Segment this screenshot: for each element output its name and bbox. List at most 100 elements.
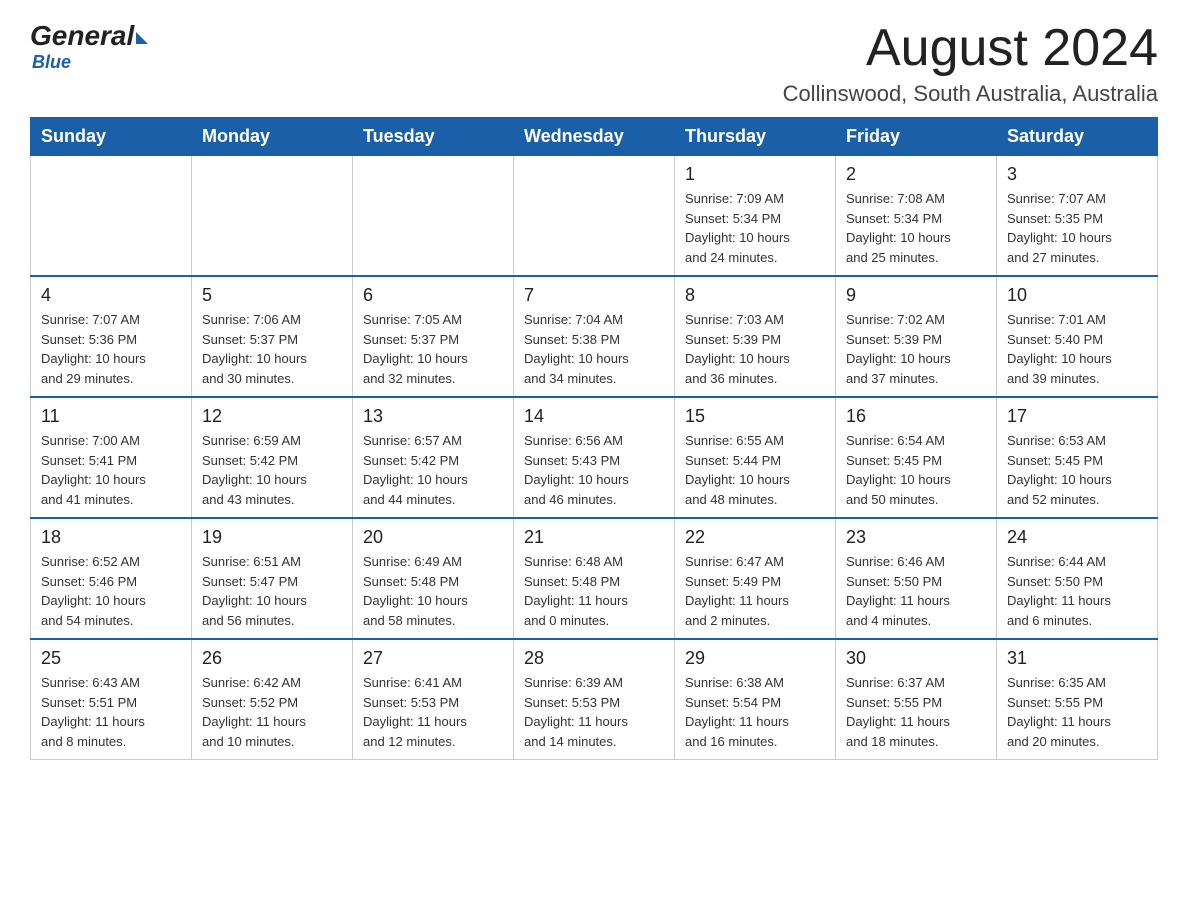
day-number: 22 xyxy=(685,527,825,548)
calendar-cell: 17 Sunrise: 6:53 AM Sunset: 5:45 PM Dayli… xyxy=(997,397,1158,518)
day-info: Sunrise: 6:53 AM Sunset: 5:45 PM Dayligh… xyxy=(1007,431,1147,509)
day-number: 11 xyxy=(41,406,181,427)
calendar-cell: 25 Sunrise: 6:43 AM Sunset: 5:51 PM Dayli… xyxy=(31,639,192,760)
calendar-week-1: 1 Sunrise: 7:09 AM Sunset: 5:34 PM Daylig… xyxy=(31,156,1158,277)
calendar-cell: 11Sunrise: 7:00 AM Sunset: 5:41 PM Dayli… xyxy=(31,397,192,518)
calendar-cell: 19 Sunrise: 6:51 AM Sunset: 5:47 PM Dayli… xyxy=(192,518,353,639)
day-number: 9 xyxy=(846,285,986,306)
weekday-header-thursday: Thursday xyxy=(675,118,836,156)
calendar-cell: 5 Sunrise: 7:06 AM Sunset: 5:37 PM Daylig… xyxy=(192,276,353,397)
day-info: Sunrise: 6:56 AM Sunset: 5:43 PM Dayligh… xyxy=(524,431,664,509)
weekday-header-wednesday: Wednesday xyxy=(514,118,675,156)
day-info: Sunrise: 7:06 AM Sunset: 5:37 PM Dayligh… xyxy=(202,310,342,388)
logo-arrow-icon xyxy=(136,32,148,44)
calendar-cell xyxy=(353,156,514,277)
day-number: 26 xyxy=(202,648,342,669)
day-info: Sunrise: 6:52 AM Sunset: 5:46 PM Dayligh… xyxy=(41,552,181,630)
calendar-cell xyxy=(192,156,353,277)
day-info: Sunrise: 7:07 AM Sunset: 5:35 PM Dayligh… xyxy=(1007,189,1147,267)
day-number: 12 xyxy=(202,406,342,427)
day-info: Sunrise: 6:35 AM Sunset: 5:55 PM Dayligh… xyxy=(1007,673,1147,751)
day-number: 5 xyxy=(202,285,342,306)
day-number: 3 xyxy=(1007,164,1147,185)
day-info: Sunrise: 6:38 AM Sunset: 5:54 PM Dayligh… xyxy=(685,673,825,751)
day-number: 4 xyxy=(41,285,181,306)
calendar-cell: 27 Sunrise: 6:41 AM Sunset: 5:53 PM Dayli… xyxy=(353,639,514,760)
day-number: 13 xyxy=(363,406,503,427)
calendar-cell: 6Sunrise: 7:05 AM Sunset: 5:37 PM Daylig… xyxy=(353,276,514,397)
calendar-cell: 22 Sunrise: 6:47 AM Sunset: 5:49 PM Dayli… xyxy=(675,518,836,639)
title-area: August 2024 Collinswood, South Australia… xyxy=(783,20,1158,107)
day-info: Sunrise: 7:04 AM Sunset: 5:38 PM Dayligh… xyxy=(524,310,664,388)
calendar-cell: 31 Sunrise: 6:35 AM Sunset: 5:55 PM Dayli… xyxy=(997,639,1158,760)
calendar-cell: 14 Sunrise: 6:56 AM Sunset: 5:43 PM Dayli… xyxy=(514,397,675,518)
weekday-header-saturday: Saturday xyxy=(997,118,1158,156)
month-title: August 2024 xyxy=(783,20,1158,77)
calendar-cell: 12 Sunrise: 6:59 AM Sunset: 5:42 PM Dayli… xyxy=(192,397,353,518)
calendar-week-5: 25 Sunrise: 6:43 AM Sunset: 5:51 PM Dayli… xyxy=(31,639,1158,760)
day-info: Sunrise: 6:46 AM Sunset: 5:50 PM Dayligh… xyxy=(846,552,986,630)
calendar-cell: 2 Sunrise: 7:08 AM Sunset: 5:34 PM Daylig… xyxy=(836,156,997,277)
day-info: Sunrise: 7:03 AM Sunset: 5:39 PM Dayligh… xyxy=(685,310,825,388)
logo-blue-text: Blue xyxy=(32,52,71,73)
day-number: 28 xyxy=(524,648,664,669)
day-number: 7 xyxy=(524,285,664,306)
day-number: 29 xyxy=(685,648,825,669)
day-number: 18 xyxy=(41,527,181,548)
day-number: 25 xyxy=(41,648,181,669)
day-info: Sunrise: 6:54 AM Sunset: 5:45 PM Dayligh… xyxy=(846,431,986,509)
weekday-header-monday: Monday xyxy=(192,118,353,156)
calendar-cell: 24 Sunrise: 6:44 AM Sunset: 5:50 PM Dayli… xyxy=(997,518,1158,639)
calendar-cell: 1 Sunrise: 7:09 AM Sunset: 5:34 PM Daylig… xyxy=(675,156,836,277)
day-info: Sunrise: 7:07 AM Sunset: 5:36 PM Dayligh… xyxy=(41,310,181,388)
calendar-cell: 3 Sunrise: 7:07 AM Sunset: 5:35 PM Daylig… xyxy=(997,156,1158,277)
day-info: Sunrise: 6:48 AM Sunset: 5:48 PM Dayligh… xyxy=(524,552,664,630)
page-header: General Blue August 2024 Collinswood, So… xyxy=(30,20,1158,107)
day-info: Sunrise: 6:42 AM Sunset: 5:52 PM Dayligh… xyxy=(202,673,342,751)
calendar-week-4: 18 Sunrise: 6:52 AM Sunset: 5:46 PM Dayli… xyxy=(31,518,1158,639)
calendar-cell: 4 Sunrise: 7:07 AM Sunset: 5:36 PM Daylig… xyxy=(31,276,192,397)
day-number: 20 xyxy=(363,527,503,548)
calendar-cell: 29 Sunrise: 6:38 AM Sunset: 5:54 PM Dayli… xyxy=(675,639,836,760)
day-number: 30 xyxy=(846,648,986,669)
location-title: Collinswood, South Australia, Australia xyxy=(783,81,1158,107)
day-info: Sunrise: 6:51 AM Sunset: 5:47 PM Dayligh… xyxy=(202,552,342,630)
day-number: 23 xyxy=(846,527,986,548)
day-number: 19 xyxy=(202,527,342,548)
day-info: Sunrise: 7:02 AM Sunset: 5:39 PM Dayligh… xyxy=(846,310,986,388)
weekday-header-sunday: Sunday xyxy=(31,118,192,156)
calendar-table: SundayMondayTuesdayWednesdayThursdayFrid… xyxy=(30,117,1158,760)
day-number: 31 xyxy=(1007,648,1147,669)
calendar-cell: 20 Sunrise: 6:49 AM Sunset: 5:48 PM Dayli… xyxy=(353,518,514,639)
day-number: 2 xyxy=(846,164,986,185)
day-info: Sunrise: 6:39 AM Sunset: 5:53 PM Dayligh… xyxy=(524,673,664,751)
day-info: Sunrise: 6:49 AM Sunset: 5:48 PM Dayligh… xyxy=(363,552,503,630)
day-info: Sunrise: 6:59 AM Sunset: 5:42 PM Dayligh… xyxy=(202,431,342,509)
day-number: 27 xyxy=(363,648,503,669)
day-number: 21 xyxy=(524,527,664,548)
calendar-week-2: 4 Sunrise: 7:07 AM Sunset: 5:36 PM Daylig… xyxy=(31,276,1158,397)
calendar-cell: 26 Sunrise: 6:42 AM Sunset: 5:52 PM Dayli… xyxy=(192,639,353,760)
day-number: 10 xyxy=(1007,285,1147,306)
calendar-cell: 7 Sunrise: 7:04 AM Sunset: 5:38 PM Daylig… xyxy=(514,276,675,397)
day-info: Sunrise: 6:47 AM Sunset: 5:49 PM Dayligh… xyxy=(685,552,825,630)
calendar-cell xyxy=(514,156,675,277)
day-info: Sunrise: 6:41 AM Sunset: 5:53 PM Dayligh… xyxy=(363,673,503,751)
day-number: 14 xyxy=(524,406,664,427)
calendar-cell: 13Sunrise: 6:57 AM Sunset: 5:42 PM Dayli… xyxy=(353,397,514,518)
logo-general-text: General xyxy=(30,20,134,52)
day-number: 17 xyxy=(1007,406,1147,427)
day-number: 24 xyxy=(1007,527,1147,548)
day-info: Sunrise: 6:43 AM Sunset: 5:51 PM Dayligh… xyxy=(41,673,181,751)
weekday-header-friday: Friday xyxy=(836,118,997,156)
calendar-cell xyxy=(31,156,192,277)
day-info: Sunrise: 6:44 AM Sunset: 5:50 PM Dayligh… xyxy=(1007,552,1147,630)
calendar-cell: 15Sunrise: 6:55 AM Sunset: 5:44 PM Dayli… xyxy=(675,397,836,518)
calendar-week-3: 11Sunrise: 7:00 AM Sunset: 5:41 PM Dayli… xyxy=(31,397,1158,518)
logo-area: General Blue xyxy=(30,20,148,73)
day-info: Sunrise: 7:09 AM Sunset: 5:34 PM Dayligh… xyxy=(685,189,825,267)
day-number: 15 xyxy=(685,406,825,427)
day-info: Sunrise: 7:08 AM Sunset: 5:34 PM Dayligh… xyxy=(846,189,986,267)
calendar-cell: 9 Sunrise: 7:02 AM Sunset: 5:39 PM Daylig… xyxy=(836,276,997,397)
day-number: 1 xyxy=(685,164,825,185)
